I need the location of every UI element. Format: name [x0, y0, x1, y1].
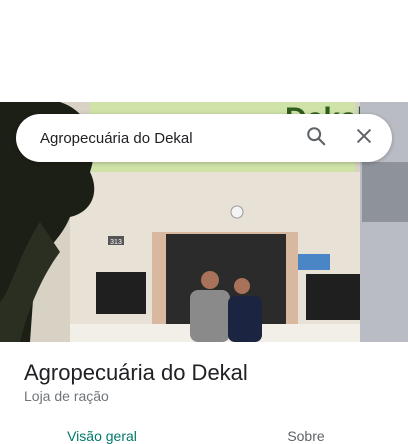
search-icon — [305, 125, 327, 152]
tab-bar: Visão geral Sobre — [0, 420, 408, 444]
search-bar[interactable]: Agropecuária do Dekal — [16, 114, 392, 162]
tab-overview[interactable]: Visão geral — [0, 420, 204, 444]
search-button[interactable] — [292, 114, 340, 162]
place-title: Agropecuária do Dekal — [24, 360, 248, 385]
search-input[interactable]: Agropecuária do Dekal — [16, 130, 292, 147]
tab-about[interactable]: Sobre — [204, 420, 408, 444]
place-category[interactable]: Loja de ração — [24, 388, 109, 404]
close-button[interactable] — [340, 114, 388, 162]
close-icon — [354, 126, 374, 151]
house-number: 313 — [110, 239, 122, 246]
